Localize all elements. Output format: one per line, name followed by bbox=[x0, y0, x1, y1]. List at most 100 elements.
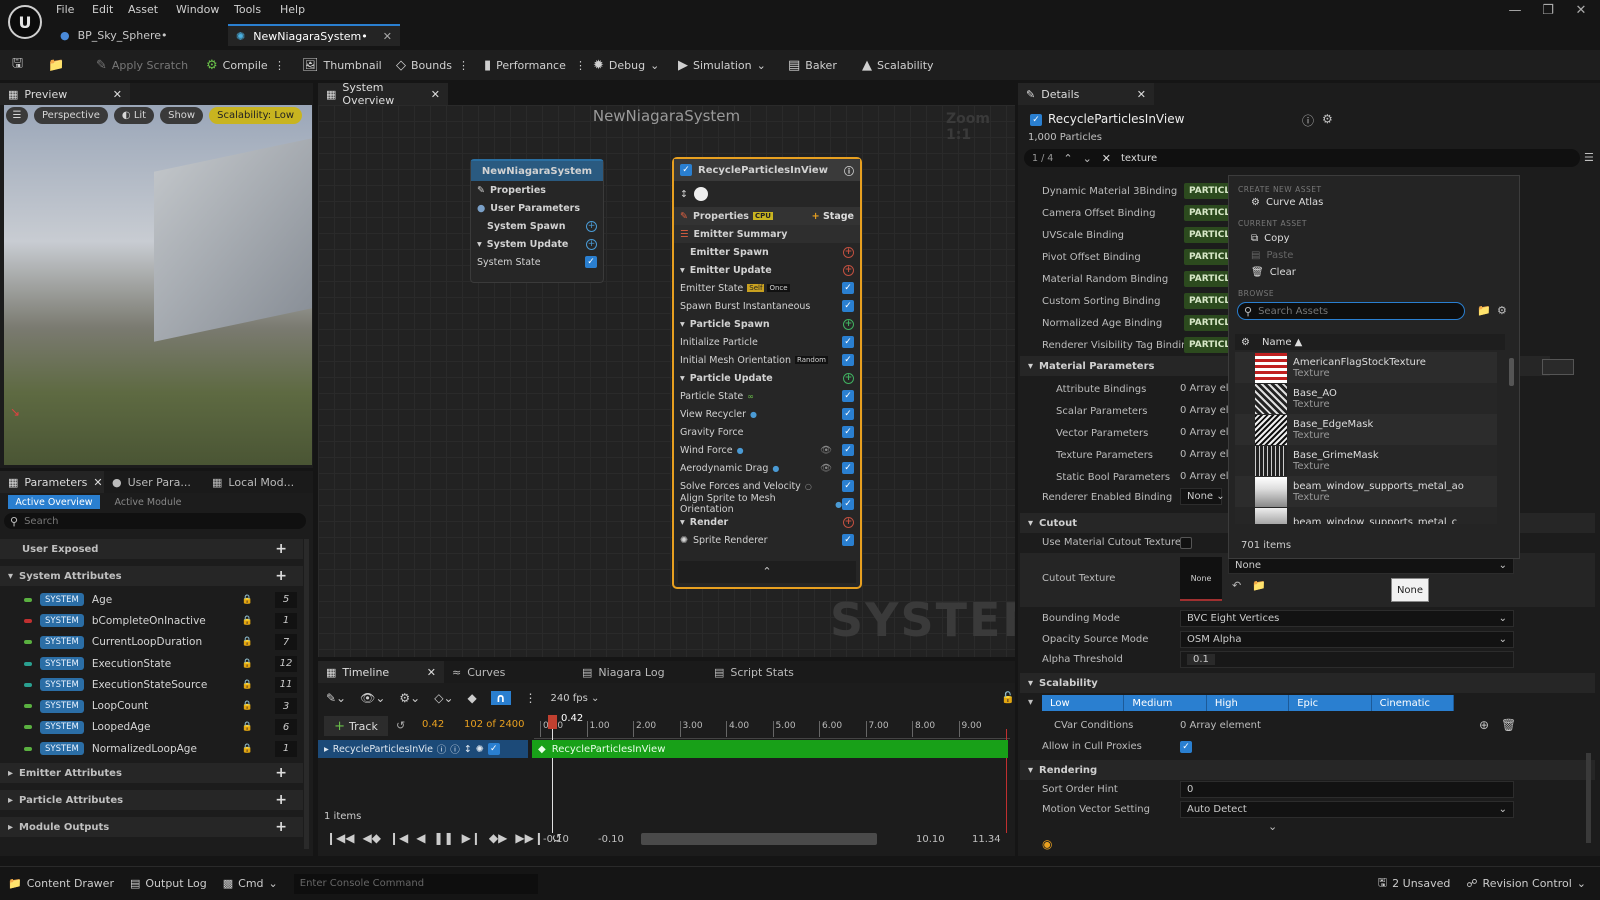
restore-icon[interactable]: ❐ bbox=[1533, 3, 1563, 18]
baker-button[interactable]: ▤ Baker bbox=[788, 50, 837, 80]
renderer-enabled-select[interactable]: None ⌄ bbox=[1180, 488, 1225, 505]
viewport[interactable]: ↘ bbox=[4, 105, 312, 465]
add-icon[interactable]: + bbox=[275, 568, 287, 584]
close-tab-icon[interactable]: ✕ bbox=[113, 88, 122, 101]
emitter-update-row[interactable]: ▾ Emitter Update + bbox=[674, 261, 860, 279]
cutout-texture-thumbnail[interactable]: None bbox=[1180, 557, 1222, 601]
use-cutout-checkbox[interactable] bbox=[1180, 537, 1192, 549]
asset-item[interactable]: beam_window_supports_metal_c bbox=[1235, 507, 1497, 524]
close-tab-icon[interactable]: ✕ bbox=[427, 666, 436, 679]
range-start[interactable]: -0.10 bbox=[543, 834, 569, 845]
emitter-summary-row[interactable]: ☰ Emitter Summary bbox=[674, 225, 860, 243]
scalability-level-cinematic[interactable]: Cinematic bbox=[1371, 695, 1455, 711]
user-exposed-section[interactable]: User Exposed + bbox=[0, 539, 303, 559]
parameter-row[interactable]: SYSTEM Age 🔒 5 bbox=[0, 589, 303, 610]
material-param-value[interactable] bbox=[1542, 359, 1574, 375]
checkbox[interactable]: ✓ bbox=[842, 354, 854, 366]
add-icon[interactable]: + bbox=[275, 765, 287, 781]
add-module-icon[interactable]: + bbox=[843, 318, 854, 330]
menu-asset[interactable]: Asset bbox=[128, 3, 158, 16]
tab-parameters[interactable]: ▦ Parameters ✕ bbox=[0, 471, 104, 493]
gear-icon[interactable]: ⚙ bbox=[1322, 112, 1333, 126]
menu-file[interactable]: File bbox=[56, 3, 74, 16]
details-search-input[interactable]: texture bbox=[1121, 153, 1157, 164]
tab-user-parameters[interactable]: ● User Para... bbox=[104, 471, 204, 493]
range-start-view[interactable]: -0.10 bbox=[598, 834, 624, 845]
initial-mesh-row[interactable]: Initial Mesh Orientation Random ✓ bbox=[674, 351, 860, 369]
add-module-icon[interactable]: + bbox=[586, 238, 597, 250]
step-back-icon[interactable]: ❙◀ bbox=[389, 831, 408, 845]
checkbox[interactable]: ✓ bbox=[842, 498, 854, 510]
pause-icon[interactable]: ❚❚ bbox=[434, 831, 454, 845]
scrollbar[interactable] bbox=[304, 539, 309, 849]
wind-force-row[interactable]: Wind Force ● 👁 ✓ bbox=[674, 441, 860, 459]
time-ruler[interactable]: 0.001.002.003.004.005.006.007.008.009.00 bbox=[534, 719, 1010, 739]
emitter-state-row[interactable]: Emitter State Self Once ✓ bbox=[674, 279, 860, 297]
binding-row[interactable]: Camera Offset Binding PARTICLE bbox=[1018, 202, 1242, 224]
align-sprite-row[interactable]: Align Sprite to Mesh Orientation ● ✓ bbox=[674, 493, 860, 515]
cutout-texture-select[interactable]: None ⌄ bbox=[1228, 557, 1514, 574]
add-icon[interactable]: + bbox=[275, 819, 287, 835]
emitter-enabled-checkbox[interactable]: ✓ bbox=[680, 164, 692, 176]
aerodynamic-drag-row[interactable]: Aerodynamic Drag ● 👁 ✓ bbox=[674, 459, 860, 477]
tab-timeline[interactable]: ▦ Timeline ✕ bbox=[318, 661, 444, 683]
time-range-scrollbar[interactable] bbox=[641, 833, 877, 845]
folder-icon[interactable]: 📁 bbox=[1477, 304, 1491, 317]
parameter-row[interactable]: SYSTEM ExecutionState 🔒 12 bbox=[0, 653, 303, 674]
track-enabled-checkbox[interactable]: ✓ bbox=[487, 743, 500, 755]
range-end[interactable]: 11.34 bbox=[972, 834, 1001, 845]
material-param-row[interactable]: Attribute Bindings 0 Array elem bbox=[1018, 378, 1230, 400]
active-module-button[interactable]: Active Module bbox=[102, 495, 194, 509]
settings-icon[interactable]: ⚙⌄ bbox=[399, 691, 420, 705]
compile-button[interactable]: ⚙ Compile bbox=[206, 50, 268, 80]
info-icon[interactable]: ⓘ bbox=[437, 742, 447, 756]
tab-bp-sky-sphere[interactable]: ● BP_Sky_Sphere• bbox=[52, 24, 222, 46]
parameter-row[interactable]: SYSTEM ExecutionStateSource 🔒 11 bbox=[0, 674, 303, 695]
add-renderer-icon[interactable]: + bbox=[843, 516, 854, 528]
playhead-handle[interactable] bbox=[548, 715, 557, 729]
system-node[interactable]: NewNiagaraSystem ✎ Properties ● User Param… bbox=[470, 159, 604, 283]
tab-niagara-log[interactable]: ▤ Niagara Log bbox=[574, 661, 706, 683]
niagara-status-icon[interactable]: ◉ bbox=[1042, 837, 1052, 851]
checkbox[interactable]: ✓ bbox=[842, 444, 854, 456]
eye-icon[interactable]: 👁 bbox=[820, 463, 832, 474]
opacity-source-select[interactable]: OSM Alpha ⌄ bbox=[1180, 631, 1514, 648]
scalability-level-low[interactable]: Low bbox=[1042, 695, 1125, 711]
view-options-icon[interactable]: ⚙ bbox=[1241, 337, 1250, 348]
close-tab-icon[interactable]: ✕ bbox=[383, 30, 392, 43]
cull-proxies-checkbox[interactable]: ✓ bbox=[1180, 741, 1192, 753]
binding-row[interactable]: Custom Sorting Binding PARTICLE bbox=[1018, 290, 1242, 312]
skip-end-icon[interactable]: ▶▶❙ bbox=[515, 831, 544, 845]
scalability-section[interactable]: ▾ Scalability bbox=[1020, 673, 1595, 693]
view-icon[interactable]: 👁⌄ bbox=[360, 691, 385, 705]
key-icon[interactable]: ◇⌄ bbox=[434, 691, 453, 705]
scrollbar[interactable] bbox=[1586, 753, 1591, 843]
content-drawer-button[interactable]: 📁 Content Drawer bbox=[8, 877, 114, 890]
menu-edit[interactable]: Edit bbox=[92, 3, 113, 16]
scalability-level-epic[interactable]: Epic bbox=[1289, 695, 1372, 711]
system-spawn-row[interactable]: System Spawn + bbox=[471, 217, 603, 235]
tab-curves[interactable]: ≈ Curves bbox=[444, 661, 574, 683]
parameter-row[interactable]: SYSTEM bCompleteOnInactive 🔒 1 bbox=[0, 610, 303, 631]
rendering-section[interactable]: ▾ Rendering bbox=[1020, 760, 1595, 780]
scalability-level-medium[interactable]: Medium bbox=[1124, 695, 1207, 711]
chevron-up-icon[interactable]: ⌃ bbox=[1063, 152, 1072, 165]
system-properties-row[interactable]: ✎ Properties bbox=[471, 181, 603, 199]
revision-control-button[interactable]: ☍ Revision Control ⌄ bbox=[1466, 877, 1586, 890]
motion-vector-select[interactable]: Auto Detect ⌄ bbox=[1180, 801, 1514, 818]
particle-state-row[interactable]: Particle State ∞ ✓ bbox=[674, 387, 860, 405]
scalability-level-high[interactable]: High bbox=[1206, 695, 1290, 711]
binding-row[interactable]: Renderer Visibility Tag Binding PARTICLE bbox=[1018, 334, 1242, 356]
checkbox[interactable]: ✓ bbox=[842, 534, 854, 546]
tab-details[interactable]: ✎ Details ✕ bbox=[1018, 83, 1154, 105]
add-module-icon[interactable]: + bbox=[586, 220, 597, 232]
asset-item[interactable]: Base_AO Texture bbox=[1235, 383, 1497, 414]
range-end-view[interactable]: 10.10 bbox=[916, 834, 945, 845]
bounding-mode-select[interactable]: BVC Eight Vertices ⌄ bbox=[1180, 610, 1514, 627]
info-icon[interactable]: ⓘ bbox=[844, 163, 854, 178]
tab-script-stats[interactable]: ▤ Script Stats bbox=[706, 661, 836, 683]
search-box[interactable]: ⚲ Search bbox=[4, 513, 306, 529]
checkbox[interactable]: ✓ bbox=[842, 390, 854, 402]
material-param-row[interactable]: Vector Parameters 0 Array elem bbox=[1018, 422, 1230, 444]
snap-options-icon[interactable]: ⋮ bbox=[525, 691, 537, 705]
